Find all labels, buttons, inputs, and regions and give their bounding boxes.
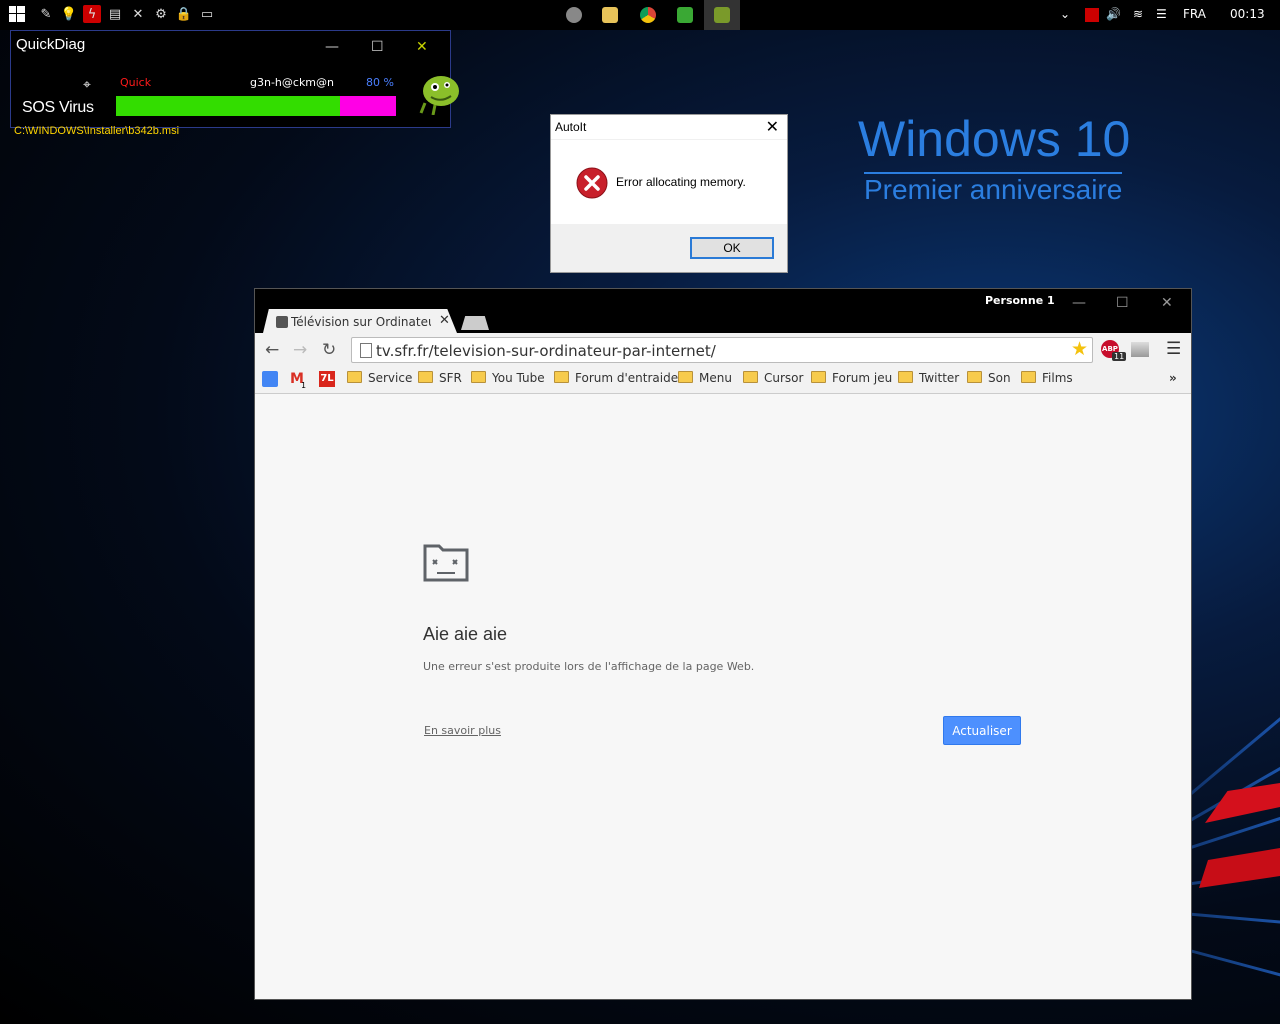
dialog-body: Error allocating memory. <box>551 140 787 224</box>
close-button[interactable]: ✕ <box>1161 295 1173 311</box>
gmail-count: 1 <box>301 381 307 390</box>
quickdiag-window: QuickDiag — ☐ ✕ ⌖ SOS Virus Quick g3n-h@… <box>10 30 459 128</box>
menu-icon[interactable]: ☰ <box>1166 339 1181 359</box>
address-bar[interactable]: tv.sfr.fr/television-sur-ordinateur-par-… <box>351 337 1093 363</box>
reload-icon[interactable]: ↻ <box>322 340 336 360</box>
crosshair-icon: ⌖ <box>83 77 91 93</box>
dialog-title: AutoIt <box>551 115 787 139</box>
gear-icon[interactable]: ⚙ <box>152 5 170 23</box>
quickdiag-current-file: C:\WINDOWS\Installer\b342b.msi <box>14 125 180 137</box>
quickdiag-progress-fill <box>116 96 340 116</box>
folder-icon <box>678 371 693 383</box>
sad-folder-icon <box>423 544 469 582</box>
bookmarks-bar: M 1 7L Service SFR You Tube Forum d'entr… <box>255 365 1191 394</box>
display-icon[interactable]: ▤ <box>106 5 124 23</box>
new-tab-button[interactable] <box>461 316 489 330</box>
url-text: tv.sfr.fr/television-sur-ordinateur-par-… <box>376 342 716 360</box>
taskbar-app-quickdiag[interactable] <box>704 0 740 30</box>
browser-window: Personne 1 — ☐ ✕ Télévision sur Ordinate… <box>254 288 1192 1000</box>
language-indicator[interactable]: FRA <box>1183 7 1206 21</box>
more-bookmarks-button[interactable]: » <box>1169 371 1177 385</box>
folder-icon <box>811 371 826 383</box>
tab-title: Télévision sur Ordinateur par Internet <box>291 315 431 329</box>
taskbar-app-green[interactable] <box>667 0 703 30</box>
tab-active[interactable]: Télévision sur Ordinateur par Internet ✕ <box>263 309 457 333</box>
quickdiag-mode: Quick <box>120 76 152 89</box>
bookmark-son[interactable]: Son <box>967 371 1011 385</box>
browser-toolbar: ← → ↻ tv.sfr.fr/television-sur-ordinateu… <box>255 333 1191 365</box>
dialog-message: Error allocating memory. <box>616 175 746 189</box>
tl-icon[interactable]: 7L <box>319 371 335 387</box>
bookmark-forum-entraide[interactable]: Forum d'entraide <box>554 371 678 385</box>
wallpaper-subtitle: Premier anniversaire <box>864 172 1123 205</box>
autoit-dialog: AutoIt ✕ Error allocating memory. OK <box>550 114 788 273</box>
folder-icon <box>418 371 433 383</box>
maximize-button[interactable]: ☐ <box>1116 295 1129 311</box>
learn-more-link[interactable]: En savoir plus <box>424 724 501 737</box>
pen-tool-icon[interactable]: ✎ <box>37 5 55 23</box>
reload-button[interactable]: Actualiser <box>943 716 1021 745</box>
profile-name[interactable]: Personne 1 <box>985 294 1055 307</box>
maximize-button[interactable]: ☐ <box>371 39 384 55</box>
minimize-button[interactable]: — <box>325 39 339 55</box>
monitor-icon[interactable]: ▭ <box>198 5 216 23</box>
taskbar-app-chrome[interactable] <box>630 0 666 30</box>
taskbar-app-explorer[interactable] <box>592 0 628 30</box>
dialog-close-button[interactable]: ✕ <box>766 117 779 136</box>
folder-icon <box>554 371 569 383</box>
quickdiag-title: QuickDiag <box>16 36 86 53</box>
bookmark-twitter[interactable]: Twitter <box>898 371 959 385</box>
quickdiag-author: g3n-h@ckm@n <box>250 76 334 89</box>
wallpaper-title: Windows 10 <box>858 111 1131 167</box>
page-content: Aie aie aie Une erreur s'est produite lo… <box>255 394 1191 999</box>
quickdiag-brand: SOS Virus <box>22 99 94 116</box>
folder-icon <box>471 371 486 383</box>
google-translate-icon[interactable] <box>262 371 278 387</box>
forward-icon[interactable]: → <box>293 340 307 360</box>
bookmark-menu[interactable]: Menu <box>678 371 732 385</box>
folder-icon <box>1021 371 1036 383</box>
taskbar-app-disc[interactable] <box>556 0 592 30</box>
bookmark-youtube[interactable]: You Tube <box>471 371 545 385</box>
quickdiag-progress-text: 80 % <box>366 76 394 89</box>
action-center-icon[interactable]: ☰ <box>1156 7 1167 21</box>
bookmark-films[interactable]: Films <box>1021 371 1073 385</box>
tools-icon[interactable]: ✕ <box>129 5 147 23</box>
bookmark-sfr[interactable]: SFR <box>418 371 462 385</box>
error-title: Aie aie aie <box>423 624 508 644</box>
bookmark-service[interactable]: Service <box>347 371 412 385</box>
quickdiag-progress-bar <box>116 96 396 116</box>
taskbar: ✎ 💡 ϟ ▤ ✕ ⚙ 🔒 ▭ ⌄ 🔊 ≋ ☰ FRA 00:13 <box>0 0 1280 30</box>
virus-monster-icon <box>419 76 459 115</box>
bookmark-star-icon[interactable]: ★ <box>1071 338 1088 360</box>
error-icon <box>576 167 608 199</box>
error-description: Une erreur s'est produite lors de l'affi… <box>423 660 755 673</box>
sad-page-favicon-icon <box>276 316 288 328</box>
volume-icon[interactable]: 🔊 <box>1106 7 1121 21</box>
close-button[interactable]: ✕ <box>416 39 428 55</box>
minimize-button[interactable]: — <box>1072 295 1086 311</box>
page-icon <box>360 343 372 358</box>
bookmark-cursor[interactable]: Cursor <box>743 371 803 385</box>
chevron-up-icon[interactable]: ⌄ <box>1060 7 1070 21</box>
folder-icon <box>898 371 913 383</box>
notification-app-icon[interactable] <box>1085 8 1099 22</box>
flash-icon[interactable]: ϟ <box>83 5 101 23</box>
bookmark-forum-jeu[interactable]: Forum jeu <box>811 371 892 385</box>
clock[interactable]: 00:13 <box>1230 7 1265 21</box>
back-icon[interactable]: ← <box>265 340 279 360</box>
folder-icon <box>743 371 758 383</box>
wifi-icon[interactable]: ≋ <box>1133 7 1143 21</box>
adblock-count-badge: 11 <box>1112 352 1127 361</box>
tab-close-icon[interactable]: ✕ <box>439 313 450 328</box>
extension-icon[interactable] <box>1131 342 1149 357</box>
ok-button[interactable]: OK <box>690 237 774 259</box>
windows-logo-icon[interactable] <box>8 5 26 23</box>
lightbulb-icon[interactable]: 💡 <box>60 5 78 23</box>
lock-icon[interactable]: 🔒 <box>175 5 193 23</box>
folder-icon <box>967 371 982 383</box>
folder-icon <box>347 371 362 383</box>
